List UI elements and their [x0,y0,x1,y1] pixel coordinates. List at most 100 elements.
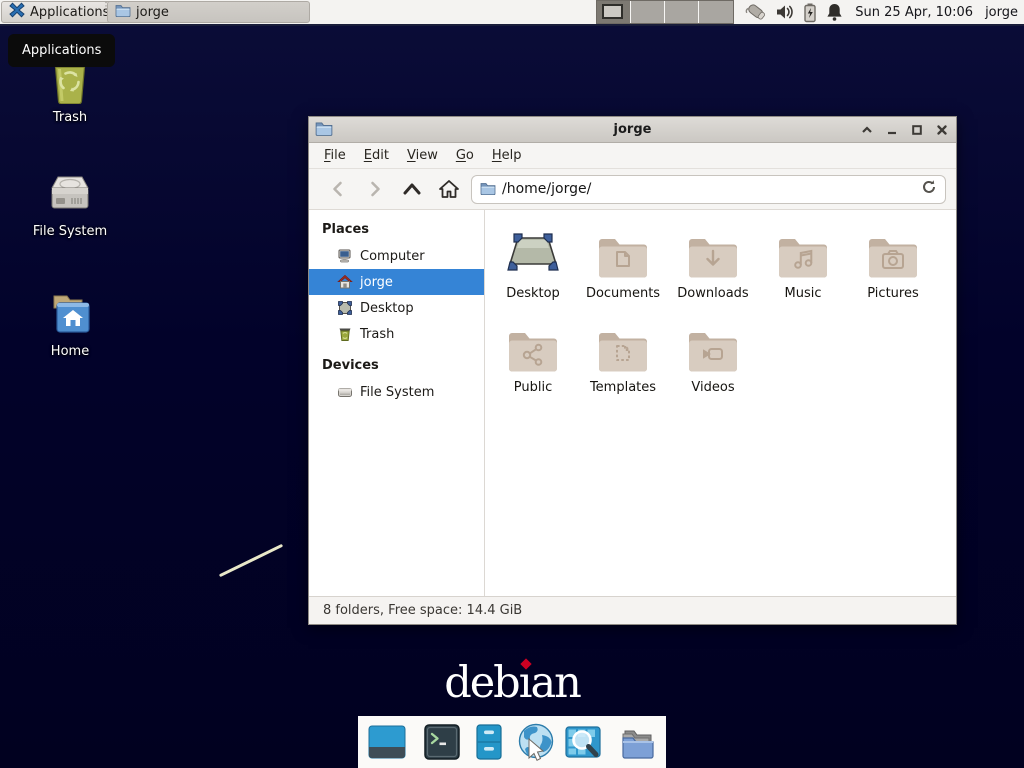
file-label: Pictures [867,286,918,301]
workspace-2[interactable] [631,1,665,23]
desktop-icon-label: File System [22,224,118,239]
file-view: Desktop Documents [485,210,956,596]
shade-button[interactable] [859,122,875,138]
workspace-3[interactable] [665,1,699,23]
terminal-icon[interactable] [421,721,463,763]
file-videos[interactable]: Videos [668,316,758,410]
panel-user-menu[interactable]: jorge [985,5,1018,20]
folder-documents-icon [597,222,649,278]
home-icon [336,274,353,290]
folder-downloads-icon [687,222,739,278]
xfce-logo-icon [9,2,25,22]
sidebar-item-jorge[interactable]: jorge [309,269,484,295]
toolbar [309,169,956,210]
workspace-4[interactable] [699,1,733,23]
bottom-dock [358,716,666,768]
statusbar: 8 folders, Free space: 14.4 GiB [309,596,956,624]
workspace-pager [596,0,734,24]
file-desktop[interactable]: Desktop [488,222,578,316]
menu-go[interactable]: Go [447,144,483,167]
file-manager-icon[interactable] [617,721,659,763]
folder-icon [480,180,496,199]
menu-help[interactable]: Help [483,144,531,167]
reload-icon[interactable] [921,179,937,199]
panel-separator-handle[interactable]: ⋮ [101,4,105,20]
desktop-special-icon [505,222,561,278]
desktop-icon-label: Home [22,344,118,359]
file-label: Downloads [677,286,748,301]
menubar: File Edit View Go Help [309,143,956,169]
file-templates[interactable]: Templates [578,316,668,410]
desktop-screen: Applications ⋮ jorge [0,0,1024,768]
file-label: Documents [586,286,660,301]
drive-icon [336,384,353,400]
desktop-stray-line [219,544,283,577]
debian-wallpaper-logo: debıan [0,658,1024,708]
sidebar-header-places: Places [309,217,484,243]
mouse-icon[interactable] [745,1,769,23]
taskbar-window-label: jorge [136,5,169,20]
sidebar-item-label: Computer [360,249,425,264]
sidebar-item-file-system[interactable]: File System [309,379,484,405]
folder-pictures-icon [867,222,919,278]
file-label: Music [785,286,822,301]
file-public[interactable]: Public [488,316,578,410]
minimize-button[interactable] [884,122,900,138]
file-documents[interactable]: Documents [578,222,668,316]
applications-menu-label: Applications [30,5,109,20]
sidebar-item-desktop[interactable]: Desktop [309,295,484,321]
sidebar-item-trash[interactable]: Trash [309,321,484,347]
taskbar-window-button[interactable]: jorge [107,1,310,23]
desktop-icon-label: Trash [22,110,118,125]
location-bar [471,175,946,204]
battery-icon[interactable] [801,2,819,23]
folder-templates-icon [597,316,649,372]
workspace-1[interactable] [597,1,631,23]
file-manager-window: jorge File Edit View Go Help [308,116,957,625]
file-pictures[interactable]: Pictures [848,222,938,316]
application-finder-icon[interactable] [562,721,604,763]
sidebar-header-devices: Devices [309,353,484,379]
desktop-icon-file-system[interactable]: File System [22,170,118,239]
close-button[interactable] [934,122,950,138]
volume-icon[interactable] [775,2,795,22]
forward-button[interactable] [360,175,390,203]
statusbar-text: 8 folders, Free space: 14.4 GiB [323,603,522,618]
file-label: Videos [691,380,734,395]
file-cabinet-icon[interactable] [468,721,510,763]
notifications-icon[interactable] [825,2,844,22]
desktop-icon-home[interactable]: Home [22,290,118,359]
applications-tooltip: Applications [8,34,115,67]
window-icon [315,120,333,140]
panel-clock[interactable]: Sun 25 Apr, 10:06 [855,5,973,20]
folder-icon [115,3,131,21]
file-label: Public [514,380,552,395]
show-desktop-icon[interactable] [366,721,408,763]
trash-icon [336,326,353,342]
folder-music-icon [777,222,829,278]
top-panel: Applications ⋮ jorge [0,0,1024,26]
back-button[interactable] [323,175,353,203]
sidebar-item-label: File System [360,385,434,400]
up-button[interactable] [397,175,427,203]
web-browser-icon[interactable] [515,721,557,763]
window-titlebar[interactable]: jorge [309,117,956,143]
file-label: Templates [590,380,656,395]
sidebar-item-label: Desktop [360,301,414,316]
menu-edit[interactable]: Edit [355,144,398,167]
folder-public-icon [507,316,559,372]
file-music[interactable]: Music [758,222,848,316]
sidebar: Places Computer [309,210,485,596]
applications-menu-button[interactable]: Applications [1,1,117,23]
panel-right-group: Sun 25 Apr, 10:06 jorge [596,0,1024,24]
sidebar-item-computer[interactable]: Computer [309,243,484,269]
home-button[interactable] [434,175,464,203]
desktop-icon [336,300,353,316]
file-downloads[interactable]: Downloads [668,222,758,316]
maximize-button[interactable] [909,122,925,138]
home-folder-icon [44,290,96,342]
pager-window-thumbnail [602,4,623,19]
menu-file[interactable]: File [315,144,355,167]
location-input[interactable] [502,181,915,197]
menu-view[interactable]: View [398,144,447,167]
